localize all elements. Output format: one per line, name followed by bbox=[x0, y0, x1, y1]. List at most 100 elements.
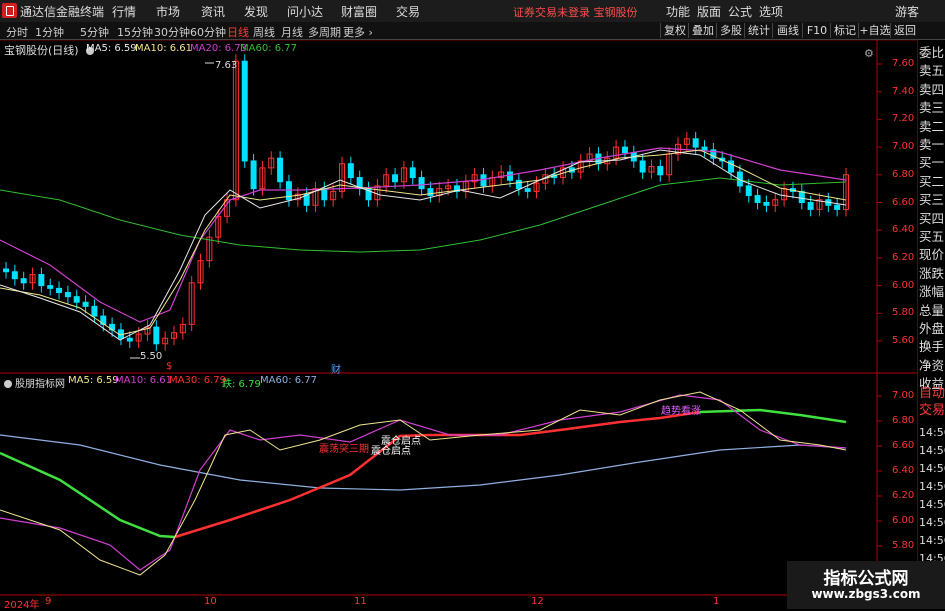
menu-formula[interactable]: 公式 bbox=[728, 3, 752, 20]
period-multi[interactable]: 多周期 bbox=[308, 24, 341, 40]
quote-field-label[interactable]: 外盘 bbox=[919, 322, 944, 336]
main-y-tick: 6.60 bbox=[892, 196, 915, 208]
menu-news[interactable]: 资讯 bbox=[201, 3, 225, 20]
quote-field-label[interactable]: 涨幅 bbox=[919, 285, 944, 299]
period-1min[interactable]: 1分钟 bbox=[35, 24, 64, 40]
indicator-y-tick: 6.80 bbox=[892, 415, 915, 426]
candle-body bbox=[91, 305, 98, 317]
btn-multistock[interactable]: 多股 bbox=[716, 23, 745, 38]
candle-body bbox=[47, 285, 54, 289]
menu-discover[interactable]: 发现 bbox=[244, 3, 268, 20]
quote-field-label[interactable]: 买五 bbox=[919, 230, 944, 244]
quote-field-label[interactable]: 换手 bbox=[919, 340, 944, 354]
trade-time: 14:56 bbox=[919, 498, 945, 511]
candle-body bbox=[692, 138, 699, 148]
candle-body bbox=[480, 174, 487, 187]
menu-options[interactable]: 选项 bbox=[759, 3, 783, 20]
quote-field-label[interactable]: 卖四 bbox=[919, 82, 944, 97]
trade-time: 14:56 bbox=[919, 426, 945, 439]
legend-ma20: MA20: 6.73 bbox=[190, 43, 248, 54]
candle-body bbox=[621, 146, 628, 154]
ind-ma5-line bbox=[0, 391, 847, 576]
indicator-y-tick: 6.20 bbox=[892, 490, 915, 501]
quote-field-label[interactable]: 卖三 bbox=[919, 101, 944, 115]
menu-layout[interactable]: 版面 bbox=[697, 3, 721, 20]
candle-body bbox=[798, 190, 805, 203]
quote-field-label[interactable]: 买一 bbox=[919, 156, 944, 170]
menu-wealth[interactable]: 财富圈 bbox=[341, 3, 377, 20]
quote-field-label[interactable]: 总量 bbox=[919, 303, 944, 318]
ind-legend-ma10: MA10: 6.61 bbox=[115, 375, 173, 386]
candle-body bbox=[657, 165, 664, 176]
user-guest[interactable]: 游客 bbox=[895, 3, 919, 20]
btn-mark[interactable]: 标记 bbox=[830, 23, 859, 38]
app-title: 通达信金融终端 bbox=[20, 5, 105, 19]
close-icon[interactable]: ⚙ bbox=[864, 47, 874, 60]
main-y-tick: 5.80 bbox=[892, 307, 915, 319]
ind-legend-ma60: MA60: 6.77 bbox=[260, 375, 318, 386]
period-month[interactable]: 月线 bbox=[281, 24, 303, 40]
ind-ma10-line bbox=[0, 394, 847, 571]
watermark: 指标公式网 www.zbgs3.com bbox=[787, 561, 945, 609]
quote-field-label[interactable]: 买二 bbox=[919, 174, 944, 189]
candle-body bbox=[807, 202, 814, 210]
quote-field-label[interactable]: 买四 bbox=[919, 211, 944, 226]
indicator-circle-icon[interactable] bbox=[4, 380, 12, 388]
indicator-y-tick: 6.00 bbox=[892, 515, 915, 526]
quote-field-label[interactable]: 卖二 bbox=[919, 119, 944, 134]
menu-ask[interactable]: 问小达 bbox=[287, 3, 323, 20]
period-more[interactable]: 更多 › bbox=[343, 24, 373, 40]
auto-trade-label[interactable]: 自动 bbox=[919, 387, 945, 401]
btn-adjust[interactable]: 复权 bbox=[660, 23, 689, 38]
btn-stats[interactable]: 统计 bbox=[744, 23, 773, 38]
login-notice[interactable]: 证券交易未登录 宝钢股份 bbox=[513, 4, 638, 20]
btn-overlay[interactable]: 叠加 bbox=[688, 23, 717, 38]
candle-body bbox=[321, 188, 328, 201]
period-toolbar: 分时 1分钟 5分钟 15分钟 30分钟 60分钟 日线 周线 月线 多周期 更… bbox=[0, 22, 945, 61]
period-more-label: 更多 bbox=[343, 26, 365, 39]
period-60min[interactable]: 60分钟 bbox=[190, 24, 226, 40]
legend-ma10: MA10: 6.61 bbox=[135, 43, 193, 54]
ind-ma30-line-2 bbox=[430, 410, 701, 437]
quote-field-label[interactable]: 卖一 bbox=[919, 138, 944, 152]
kline-chart-area[interactable] bbox=[0, 40, 917, 609]
period-timeshare[interactable]: 分时 bbox=[6, 24, 28, 40]
ind-legend-fall: 跌: 6.79 bbox=[222, 379, 261, 390]
candle-body bbox=[763, 202, 770, 206]
btn-add-watch[interactable]: +自选 bbox=[858, 23, 891, 38]
quote-field-label[interactable]: 涨跌 bbox=[919, 266, 944, 281]
candle-body bbox=[515, 179, 522, 190]
marker-dollar[interactable]: $ bbox=[166, 361, 172, 372]
quote-field-label[interactable]: 委比 bbox=[919, 46, 944, 60]
app-logo-icon bbox=[2, 3, 17, 18]
menu-function[interactable]: 功能 bbox=[666, 3, 690, 20]
menu-trade[interactable]: 交易 bbox=[396, 3, 420, 20]
candle-body bbox=[834, 204, 841, 210]
date-nov: 11 bbox=[354, 596, 367, 607]
menu-market[interactable]: 行情 bbox=[112, 3, 136, 20]
period-15min[interactable]: 15分钟 bbox=[117, 24, 153, 40]
quote-field-label[interactable]: 现价 bbox=[919, 248, 944, 262]
candle-body bbox=[392, 174, 399, 183]
period-30min[interactable]: 30分钟 bbox=[154, 24, 190, 40]
candle-body bbox=[3, 268, 9, 273]
period-week[interactable]: 周线 bbox=[253, 24, 275, 40]
ind-ma60-line bbox=[0, 434, 847, 491]
menu-market-overview[interactable]: 市场 bbox=[156, 3, 180, 20]
candle-body bbox=[639, 160, 646, 173]
period-day[interactable]: 日线 bbox=[227, 24, 249, 40]
quote-field-label[interactable]: 卖五 bbox=[919, 64, 944, 78]
main-y-tick: 7.40 bbox=[892, 85, 915, 97]
main-y-tick: 6.20 bbox=[892, 251, 915, 263]
quote-field-label[interactable]: 净资 bbox=[919, 358, 944, 373]
auto-trade-label[interactable]: 交易 bbox=[919, 404, 945, 418]
ind-fall-line-right bbox=[699, 408, 847, 424]
marker-finance[interactable]: 财 bbox=[331, 361, 341, 376]
btn-back[interactable]: 返回 bbox=[890, 23, 919, 38]
quote-field-label[interactable]: 买三 bbox=[919, 193, 944, 207]
btn-draw[interactable]: 画线 bbox=[772, 23, 803, 38]
main-y-tick: 7.60 bbox=[892, 58, 915, 69]
period-5min[interactable]: 5分钟 bbox=[80, 24, 109, 40]
btn-f10[interactable]: F10 bbox=[802, 23, 831, 38]
main-y-tick: 5.60 bbox=[892, 335, 915, 346]
